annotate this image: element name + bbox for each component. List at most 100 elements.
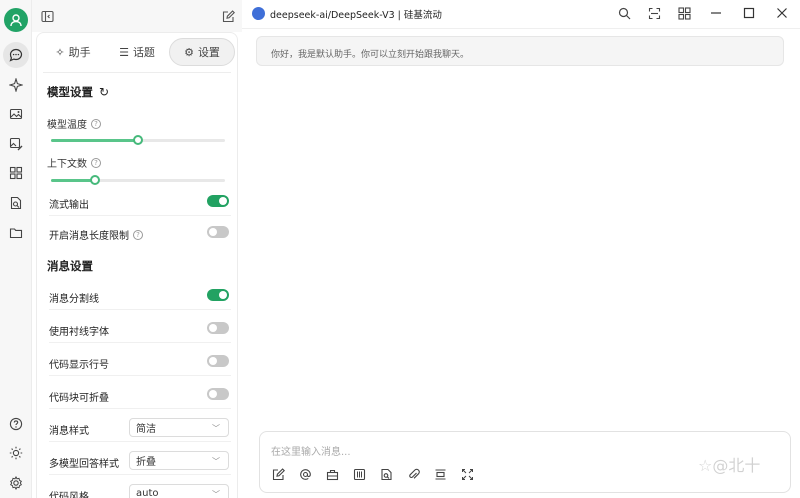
- user-avatar[interactable]: [4, 8, 28, 32]
- web-search-tool[interactable]: [351, 466, 367, 482]
- row-label: 使用衬线字体: [49, 327, 109, 338]
- serif-font-toggle[interactable]: [207, 322, 229, 334]
- search-icon: [618, 7, 630, 19]
- code-line-numbers-toggle[interactable]: [207, 355, 229, 367]
- apps-button[interactable]: [674, 3, 694, 23]
- expand-view-button[interactable]: [644, 3, 664, 23]
- max-length-toggle[interactable]: [207, 226, 229, 238]
- row-label: 代码风格: [49, 492, 89, 498]
- help-icon[interactable]: ?: [91, 118, 101, 129]
- stream-output-toggle[interactable]: [207, 195, 229, 207]
- section-title-text: 消息设置: [47, 259, 93, 273]
- divider: [49, 474, 231, 475]
- code-fold-row: 代码块可折叠: [41, 381, 235, 409]
- grid-icon: [677, 6, 691, 20]
- list-icon: ☰: [119, 45, 129, 59]
- tab-assistant[interactable]: ✧ 助手: [41, 38, 105, 66]
- slider-thumb[interactable]: [133, 135, 143, 145]
- document-search-icon: [10, 196, 22, 210]
- context-label: 上下文数 ?: [47, 155, 101, 170]
- max-length-row: 开启消息长度限制 ?: [41, 219, 235, 247]
- paperclip-icon: [408, 468, 420, 479]
- search-button[interactable]: [614, 3, 634, 23]
- image-icon: [9, 108, 23, 120]
- settings-sidebar: ✧ 助手 ☰ 话题 ⚙ 设置 模型设置 ↻ 模型温度 ? 上下文数 ? 流式输出: [36, 32, 238, 498]
- files-nav-button[interactable]: [6, 223, 26, 243]
- chevron-down-icon: ﹀: [212, 457, 220, 466]
- divider: [49, 441, 231, 442]
- split-icon: [435, 468, 445, 480]
- row-label: 流式输出: [49, 200, 89, 211]
- close-button[interactable]: [772, 3, 792, 23]
- temperature-slider[interactable]: [51, 135, 225, 145]
- label-text: 上下文数: [47, 159, 87, 170]
- multi-model-style-row: 多模型回答样式 折叠 ﹀: [41, 447, 235, 475]
- attach-tool[interactable]: [405, 466, 421, 482]
- knowledge-nav-button[interactable]: [6, 193, 26, 213]
- serif-font-row: 使用衬线字体: [41, 315, 235, 343]
- maximize-button[interactable]: [739, 3, 759, 23]
- model-settings-title: 模型设置 ↻: [47, 84, 109, 100]
- row-label: 开启消息长度限制 ?: [49, 227, 143, 242]
- label-text: 开启消息长度限制: [49, 231, 129, 242]
- grid-icon: [9, 166, 23, 180]
- slider-thumb[interactable]: [89, 175, 100, 185]
- sidebar-header: [32, 0, 242, 32]
- section-title-text: 模型设置: [47, 85, 93, 99]
- multi-model-style-select[interactable]: 折叠 ﹀: [129, 451, 229, 470]
- model-title[interactable]: deepseek-ai/DeepSeek-V3 | 硅基流动: [270, 7, 442, 21]
- select-value: auto: [136, 488, 159, 498]
- minimize-button[interactable]: [706, 3, 726, 23]
- sliders-icon: [353, 468, 365, 480]
- mention-tool[interactable]: [297, 466, 313, 482]
- help-icon[interactable]: ?: [133, 229, 143, 240]
- help-icon[interactable]: ?: [91, 157, 101, 168]
- tab-topics[interactable]: ☰ 话题: [105, 38, 169, 66]
- help-icon: [9, 417, 23, 431]
- apps-nav-button[interactable]: [6, 163, 26, 183]
- watermark-text: ☆@北十: [698, 456, 761, 475]
- image-nav-button[interactable]: [6, 104, 26, 124]
- settings-button[interactable]: [6, 473, 26, 493]
- row-label: 消息分割线: [49, 294, 99, 305]
- code-fold-toggle[interactable]: [207, 388, 229, 400]
- fullscreen-tool[interactable]: [459, 466, 475, 482]
- maximize-icon: [743, 7, 755, 19]
- minimize-icon: [711, 12, 721, 14]
- translate-nav-button[interactable]: [6, 134, 26, 154]
- close-icon: [777, 8, 787, 18]
- assistant-greeting: 你好，我是默认助手。你可以立刻开始跟我聊天。: [256, 36, 784, 66]
- edit-icon: [272, 467, 285, 480]
- row-label: 代码显示行号: [49, 360, 109, 371]
- image-edit-icon: [9, 137, 23, 151]
- message-style-select[interactable]: 简洁 ﹀: [129, 418, 229, 437]
- reset-icon[interactable]: ↻: [99, 85, 109, 99]
- tab-label: 助手: [68, 46, 91, 59]
- context-slider[interactable]: [51, 175, 225, 185]
- divider: [43, 72, 231, 73]
- divider: [49, 375, 231, 376]
- code-style-select[interactable]: auto ﹀: [129, 484, 229, 498]
- divider: [49, 342, 231, 343]
- clear-tool[interactable]: [432, 466, 448, 482]
- message-divider-toggle[interactable]: [207, 289, 229, 301]
- temperature-label: 模型温度 ?: [47, 116, 101, 131]
- new-topic-button[interactable]: [220, 8, 236, 24]
- tab-label: 话题: [132, 46, 155, 59]
- code-line-numbers-row: 代码显示行号: [41, 348, 235, 376]
- chat-bubble-icon: [9, 48, 23, 62]
- knowledge-tool[interactable]: [378, 466, 394, 482]
- sparkle-icon: [9, 78, 23, 92]
- agents-nav-button[interactable]: [6, 75, 26, 95]
- divider: [49, 215, 231, 216]
- tab-settings[interactable]: ⚙ 设置: [169, 38, 235, 66]
- theme-button[interactable]: [6, 443, 26, 463]
- tools-tool[interactable]: [324, 466, 340, 482]
- help-button[interactable]: [6, 414, 26, 434]
- slider-fill: [51, 139, 138, 142]
- row-label: 消息样式: [49, 426, 89, 437]
- new-topic-tool[interactable]: [270, 466, 286, 482]
- collapse-sidebar-button[interactable]: [39, 8, 55, 24]
- chat-nav-button[interactable]: [3, 42, 29, 68]
- message-input-placeholder[interactable]: 在这里输入消息...: [271, 443, 351, 458]
